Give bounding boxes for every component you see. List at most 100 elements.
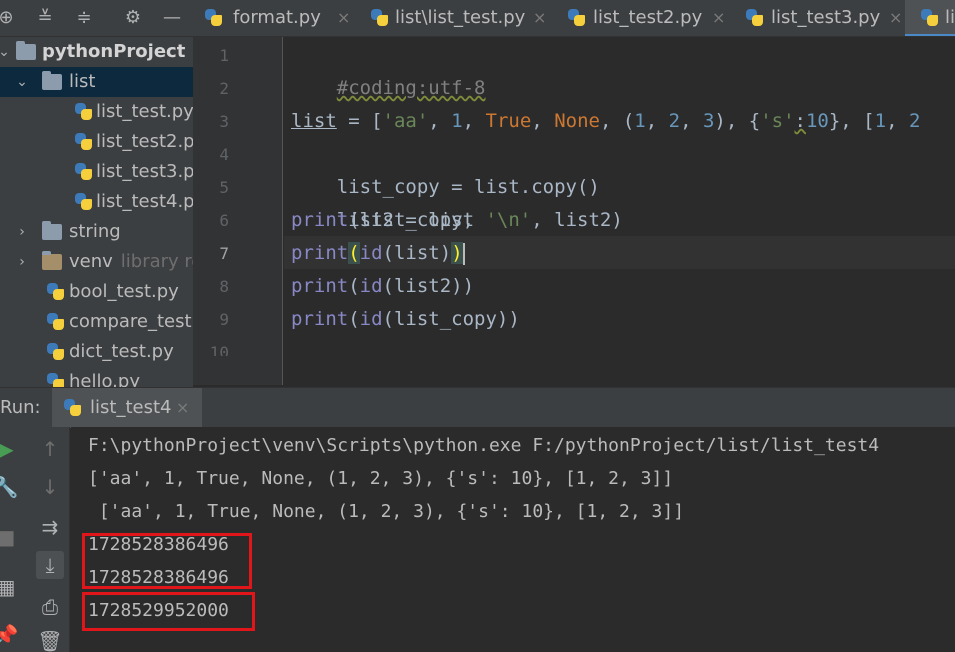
tree-item-list-test4[interactable]: list_test4.py	[0, 187, 193, 217]
folder-icon	[42, 221, 62, 240]
chevron-right-icon[interactable]: ›	[14, 247, 30, 277]
python-file-icon	[45, 282, 65, 302]
code-line-8[interactable]: print(id(list2))	[291, 270, 474, 303]
tree-item-venv[interactable]: › venv library ro	[0, 247, 193, 277]
run-tab-label: list_test4	[90, 397, 172, 418]
run-header: Run: list_test4 ×	[0, 387, 955, 428]
folder-icon	[42, 71, 62, 90]
editor-gutter: 1 2 3 4 5 6 7 8 9 10	[193, 37, 283, 385]
tab-label: list_test2.py	[593, 7, 703, 28]
up-arrow-icon[interactable]: ↑	[36, 435, 64, 463]
python-file-icon	[62, 398, 82, 418]
target-icon[interactable]: ⊕	[0, 6, 18, 30]
python-file-icon	[73, 102, 93, 122]
folder-icon	[16, 41, 36, 60]
line-number: 5	[219, 178, 229, 197]
tree-root-label: pythonProject	[42, 41, 186, 62]
code-line-5[interactable]: list2 = list	[291, 171, 474, 231]
minimize-icon[interactable]: —	[160, 6, 184, 30]
collapse-all-icon[interactable]: ≑	[72, 6, 96, 30]
tree-item-label: list_test3.py	[96, 161, 193, 182]
tab-label: format.py	[233, 7, 321, 28]
run-console[interactable]: F:\pythonProject\venv\Scripts\python.exe…	[71, 427, 955, 652]
tree-item-label: compare_test.p	[69, 311, 193, 332]
close-icon[interactable]: ×	[337, 0, 350, 36]
tree-item-label: dict_test.py	[69, 341, 174, 362]
tree-item-hint: library ro	[120, 251, 193, 272]
wrench-icon[interactable]: 🔧	[0, 473, 20, 501]
python-file-icon	[566, 8, 586, 28]
python-file-icon	[73, 162, 93, 182]
tab-list-test[interactable]: list\list_test.py ×	[365, 0, 562, 36]
tree-root[interactable]: ⌄ pythonProjectF:	[0, 37, 193, 67]
run-tab[interactable]: list_test4 ×	[52, 388, 202, 428]
tree-item-bool-test[interactable]: bool_test.py	[0, 277, 193, 307]
line-number: 4	[219, 145, 229, 164]
scroll-to-end-icon[interactable]: ⤓	[36, 551, 64, 579]
tree-item-dict-test[interactable]: dict_test.py	[0, 337, 193, 367]
tree-item-label: list_test2.py	[96, 131, 193, 152]
tab-list-test3[interactable]: list_test3.py ×	[739, 0, 916, 36]
tree-item-string[interactable]: › string	[0, 217, 193, 247]
tab-label: list_test3.py	[771, 7, 881, 28]
code-line-3[interactable]: list = ['aa', 1, True, None, (1, 2, 3), …	[291, 105, 920, 138]
rerun-icon[interactable]: ▶	[0, 435, 20, 463]
tab-label: list\list_test.py	[395, 7, 526, 28]
tree-item-hello[interactable]: hello.py	[0, 367, 193, 387]
pin-icon[interactable]: 📌	[0, 621, 20, 649]
tree-item-label: venv	[69, 251, 113, 272]
gear-icon[interactable]: ⚙	[121, 6, 145, 30]
chevron-down-icon[interactable]: ⌄	[14, 67, 30, 97]
chevron-down-icon[interactable]: ⌄	[0, 37, 12, 67]
tree-item-list[interactable]: ⌄ list	[0, 67, 193, 97]
stop-icon[interactable]: ■	[0, 523, 20, 551]
soft-wrap-icon[interactable]: ⇉	[36, 513, 64, 541]
tab-format[interactable]: format.py ×	[193, 0, 365, 36]
close-icon[interactable]: ×	[889, 0, 902, 36]
code-editor[interactable]: #coding:utf-8 list = ['aa', 1, True, Non…	[284, 37, 955, 385]
run-toolbar: ▶ ↑ 🔧 ↓ ■ ⇉ ⤓ ▦ ⎙ 📌 🗑	[0, 427, 70, 652]
line-number: 6	[219, 211, 229, 230]
tab-list-test4[interactable]: li	[905, 0, 955, 36]
code-line-7[interactable]: print(id(list))	[291, 237, 465, 270]
tab-list-test2[interactable]: list_test2.py ×	[562, 0, 739, 36]
down-arrow-icon[interactable]: ↓	[36, 473, 64, 501]
tree-item-label: string	[69, 221, 121, 242]
close-icon[interactable]: ×	[533, 0, 546, 36]
tree-item-list-test2[interactable]: list_test2.py	[0, 127, 193, 157]
tree-item-list-test[interactable]: list_test.py	[0, 97, 193, 127]
expand-all-icon[interactable]: ≚	[33, 6, 57, 30]
code-line-6[interactable]: print(list_copy, '\n', list2)	[291, 204, 623, 237]
python-file-icon	[45, 342, 65, 362]
run-label: Run:	[0, 397, 41, 418]
tree-item-label: list_test.py	[96, 101, 193, 122]
console-line: F:\pythonProject\venv\Scripts\python.exe…	[88, 435, 880, 456]
project-tree: ⌄ pythonProjectF: ⌄ list list_test.py li…	[0, 37, 193, 387]
close-icon[interactable]: ×	[712, 0, 725, 36]
tree-item-label: bool_test.py	[69, 281, 179, 302]
python-file-icon	[45, 312, 65, 332]
code-line-9[interactable]: print(id(list_copy))	[291, 303, 520, 336]
tree-item-label: hello.py	[69, 371, 140, 387]
project-toolbar: ⊕ ≚ ≑ ⚙ —	[0, 0, 193, 37]
tree-item-compare-test[interactable]: compare_test.p	[0, 307, 193, 337]
code-line-4[interactable]: list_copy = list.copy()	[291, 138, 600, 198]
line-number: 3	[219, 112, 229, 131]
text-caret	[462, 242, 465, 265]
line-number-current: 7	[219, 244, 229, 263]
tree-item-label: list_test4.py	[96, 191, 193, 212]
line-number: 9	[219, 310, 229, 329]
chevron-right-icon[interactable]: ›	[14, 217, 30, 247]
tree-item-label: list	[69, 71, 96, 92]
layout-icon[interactable]: ▦	[0, 573, 20, 601]
tree-item-list-test3[interactable]: list_test3.py	[0, 157, 193, 187]
python-file-icon	[919, 8, 939, 28]
print-icon[interactable]: ⎙	[36, 593, 64, 621]
close-icon[interactable]: ×	[176, 388, 189, 428]
trash-icon[interactable]: 🗑	[36, 627, 64, 652]
python-file-icon	[744, 8, 764, 28]
editor-tabbar: format.py × list\list_test.py × list_tes…	[193, 0, 955, 37]
folder-icon	[42, 251, 62, 270]
code-line-1[interactable]: #coding:utf-8	[291, 39, 486, 99]
tab-label: li	[945, 7, 955, 28]
